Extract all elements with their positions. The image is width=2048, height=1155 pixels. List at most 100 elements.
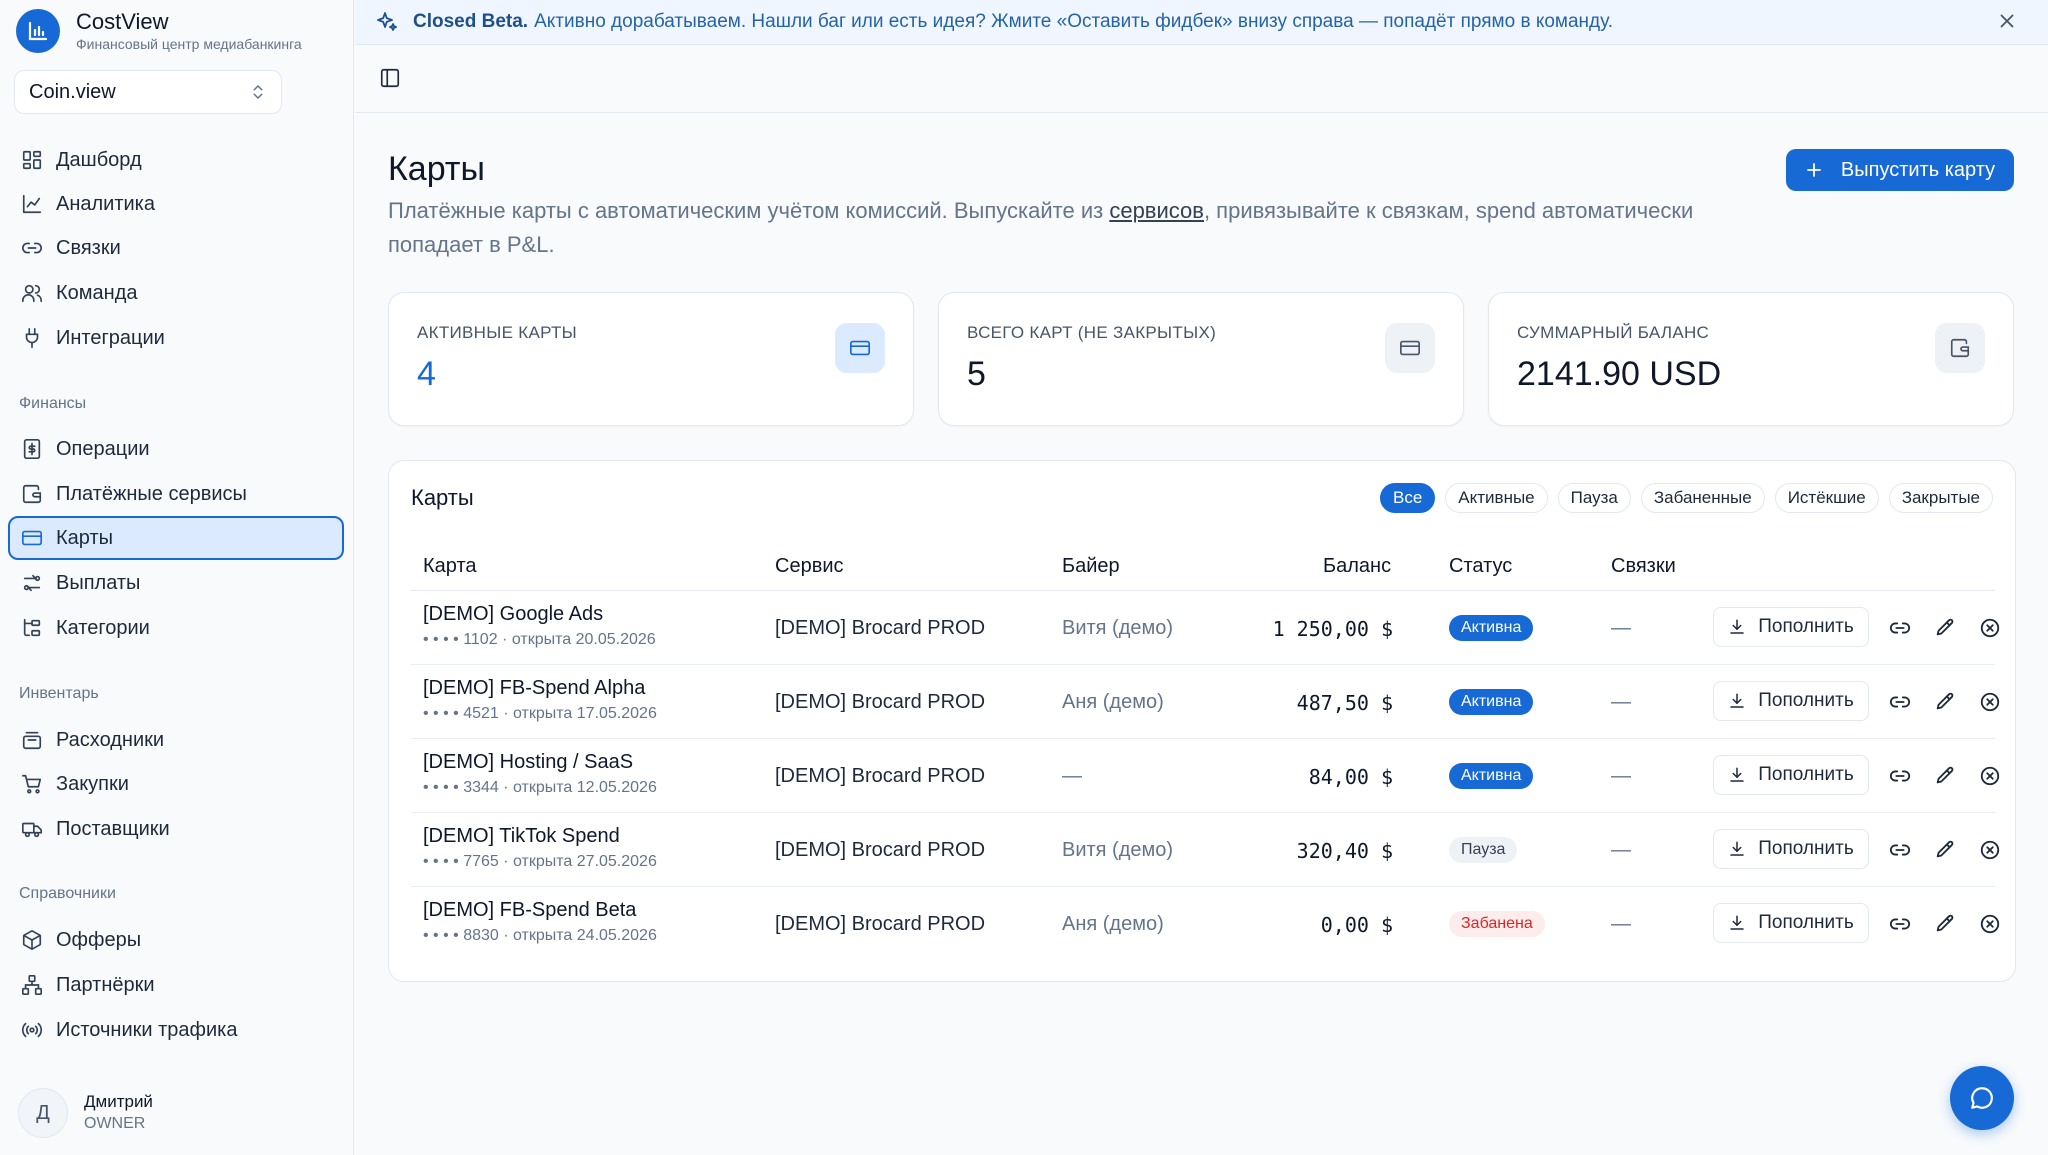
sidebar-item-links[interactable]: Связки xyxy=(8,226,344,270)
close-circle-icon[interactable] xyxy=(1977,689,2003,715)
link-icon[interactable] xyxy=(1887,911,1913,937)
link-icon[interactable] xyxy=(1887,689,1913,715)
sidebar-item-team[interactable]: Команда xyxy=(8,271,344,315)
filter-banned[interactable]: Забаненные xyxy=(1640,483,1765,513)
close-circle-icon[interactable] xyxy=(1977,911,2003,937)
filter-active[interactable]: Активные xyxy=(1445,483,1548,513)
suppliers-icon xyxy=(20,817,44,841)
status-filters: Все Активные Пауза Забаненные Истёкшие З… xyxy=(1380,483,1993,513)
app-subtitle: Финансовый центр медиабанкинга xyxy=(76,36,302,52)
topup-button[interactable]: Пополнить xyxy=(1713,681,1869,721)
card-meta: • • • • 7765 · открыта 27.05.2026 xyxy=(423,853,657,870)
sidebar-toggle-icon[interactable] xyxy=(379,67,401,89)
user-profile[interactable]: Д Дмитрий OWNER xyxy=(18,1086,153,1140)
close-circle-icon[interactable] xyxy=(1977,837,2003,863)
topup-button[interactable]: Пополнить xyxy=(1713,755,1869,795)
status-badge: Активна xyxy=(1449,615,1534,641)
logo-chart-icon xyxy=(16,9,60,53)
sidebar-section-reference: Справочники xyxy=(19,885,116,902)
topup-button[interactable]: Пополнить xyxy=(1713,607,1869,647)
card-name[interactable]: [DEMO] Hosting / SaaS xyxy=(423,751,633,774)
filter-paused[interactable]: Пауза xyxy=(1557,483,1631,513)
sidebar-item-purchases[interactable]: Закупки xyxy=(8,762,344,806)
sidebar-item-label: Офферы xyxy=(56,928,142,951)
link-icon[interactable] xyxy=(1887,615,1913,641)
column-status: Статус xyxy=(1449,555,1513,577)
card-name[interactable]: [DEMO] FB-Spend Beta xyxy=(423,899,636,922)
stat-card-balance: СУММАРНЫЙ БАЛАНС 2141.90 USD xyxy=(1488,292,2014,426)
user-role: OWNER xyxy=(84,1115,146,1132)
card-balance: 487,50 $ xyxy=(1296,691,1393,715)
banner-message: Активно дорабатываем. Нашли баг или есть… xyxy=(534,11,1613,32)
column-service: Сервис xyxy=(775,555,844,577)
network-icon xyxy=(20,973,44,997)
sidebar-item-label: Источники трафика xyxy=(56,1018,238,1041)
card-links: — xyxy=(1611,765,1631,787)
table-row[interactable]: [DEMO] Hosting / SaaS • • • • 3344 · отк… xyxy=(411,739,2000,813)
feedback-button[interactable] xyxy=(1950,1066,2014,1130)
sidebar-item-partners[interactable]: Партнёрки xyxy=(8,963,344,1007)
pencil-icon[interactable] xyxy=(1932,763,1958,789)
stat-card-active: АКТИВНЫЕ КАРТЫ 4 xyxy=(388,292,914,426)
services-link[interactable]: сервисов xyxy=(1109,198,1204,223)
filter-all[interactable]: Все xyxy=(1380,483,1436,513)
issue-card-button[interactable]: Выпустить карту xyxy=(1786,149,2014,191)
card-buyer: Витя (демо) xyxy=(1062,839,1174,861)
sidebar-item-categories[interactable]: Категории xyxy=(8,606,344,650)
filter-closed[interactable]: Закрытые xyxy=(1888,483,1993,513)
link-icon[interactable] xyxy=(1887,837,1913,863)
pencil-icon[interactable] xyxy=(1932,689,1958,715)
sidebar-item-dashboard[interactable]: Дашборд xyxy=(8,138,344,182)
credit-card-icon xyxy=(20,526,44,550)
table-row[interactable]: [DEMO] FB-Spend Alpha • • • • 4521 · отк… xyxy=(411,665,2000,739)
link-icon[interactable] xyxy=(1887,763,1913,789)
close-icon[interactable] xyxy=(1996,10,2018,32)
pencil-icon[interactable] xyxy=(1932,837,1958,863)
sidebar-item-cards[interactable]: Карты xyxy=(8,516,344,560)
pencil-icon[interactable] xyxy=(1932,911,1958,937)
topup-button[interactable]: Пополнить xyxy=(1713,829,1869,869)
wallet-icon xyxy=(1935,323,1985,373)
download-icon xyxy=(1730,619,1745,634)
topup-label: Пополнить xyxy=(1758,616,1854,637)
topup-label: Пополнить xyxy=(1758,764,1854,785)
stat-label: ВСЕГО КАРТ (НЕ ЗАКРЫТЫХ) xyxy=(967,323,1217,342)
avatar: Д xyxy=(18,1088,68,1138)
dashboard-icon xyxy=(20,148,44,172)
column-buyer: Байер xyxy=(1062,555,1120,577)
card-meta: • • • • 4521 · открыта 17.05.2026 xyxy=(423,705,657,722)
sidebar-section-inventory: Инвентарь xyxy=(19,685,99,702)
sidebar-item-payment-services[interactable]: Платёжные сервисы xyxy=(8,472,344,516)
table-row[interactable]: [DEMO] Google Ads • • • • 1102 · открыта… xyxy=(411,591,2000,665)
pencil-icon[interactable] xyxy=(1932,615,1958,641)
user-name: Дмитрий xyxy=(84,1092,153,1111)
stack-icon xyxy=(20,728,44,752)
workspace-switcher[interactable]: Coin.view xyxy=(14,70,282,114)
sidebar-item-integrations[interactable]: Интеграции xyxy=(8,316,344,360)
brand[interactable]: CostView Финансовый центр медиабанкинга xyxy=(16,6,302,56)
card-buyer: — xyxy=(1062,765,1082,787)
sidebar-item-label: Категории xyxy=(56,616,150,639)
close-circle-icon[interactable] xyxy=(1977,763,2003,789)
close-circle-icon[interactable] xyxy=(1977,615,2003,641)
table-row[interactable]: [DEMO] FB-Spend Beta • • • • 8830 · откр… xyxy=(411,887,2000,961)
sidebar-item-traffic-sources[interactable]: Источники трафика xyxy=(8,1008,344,1052)
table-row[interactable]: [DEMO] TikTok Spend • • • • 7765 · откры… xyxy=(411,813,2000,887)
stat-label: АКТИВНЫЕ КАРТЫ xyxy=(417,323,578,342)
card-name[interactable]: [DEMO] Google Ads xyxy=(423,603,603,626)
filter-expired[interactable]: Истёкшие xyxy=(1774,483,1879,513)
card-name[interactable]: [DEMO] TikTok Spend xyxy=(423,825,620,848)
stat-value: 5 xyxy=(967,355,986,393)
sidebar-item-operations[interactable]: Операции xyxy=(8,427,344,471)
sidebar-item-consumables[interactable]: Расходники xyxy=(8,718,344,762)
receipt-icon xyxy=(20,437,44,461)
card-name[interactable]: [DEMO] FB-Spend Alpha xyxy=(423,677,645,700)
sidebar-item-label: Команда xyxy=(56,281,138,304)
sidebar-item-offers[interactable]: Офферы xyxy=(8,918,344,962)
sidebar-item-payouts[interactable]: Выплаты xyxy=(8,561,344,605)
credit-card-icon xyxy=(1385,323,1435,373)
sidebar-item-analytics[interactable]: Аналитика xyxy=(8,182,344,226)
topup-button[interactable]: Пополнить xyxy=(1713,903,1869,943)
plus-icon xyxy=(1805,161,1823,179)
sidebar-item-suppliers[interactable]: Поставщики xyxy=(8,807,344,851)
